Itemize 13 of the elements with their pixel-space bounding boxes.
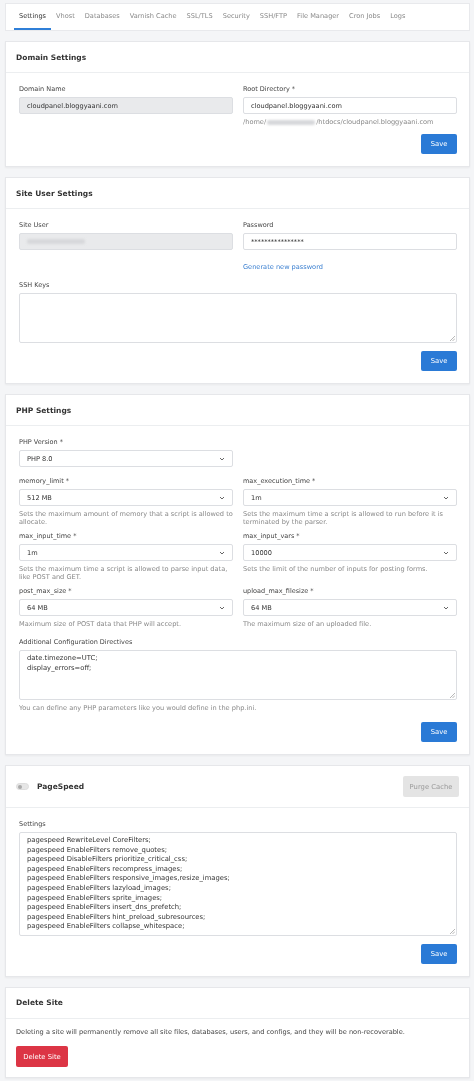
chevron-down-icon — [443, 550, 449, 555]
chevron-down-icon — [443, 495, 449, 500]
chevron-down-icon — [219, 605, 225, 610]
chevron-down-icon — [219, 550, 225, 555]
resize-grip-icon — [450, 693, 455, 698]
resize-grip-icon — [450, 928, 455, 934]
chevron-down-icon — [443, 605, 449, 610]
blurred-text — [267, 119, 316, 125]
resize-grip-icon — [450, 336, 455, 341]
toggle-switch[interactable] — [16, 783, 29, 790]
chevron-down-icon — [219, 456, 225, 461]
chevron-down-icon — [219, 495, 225, 500]
ssh-keys-textarea[interactable] — [19, 293, 457, 343]
